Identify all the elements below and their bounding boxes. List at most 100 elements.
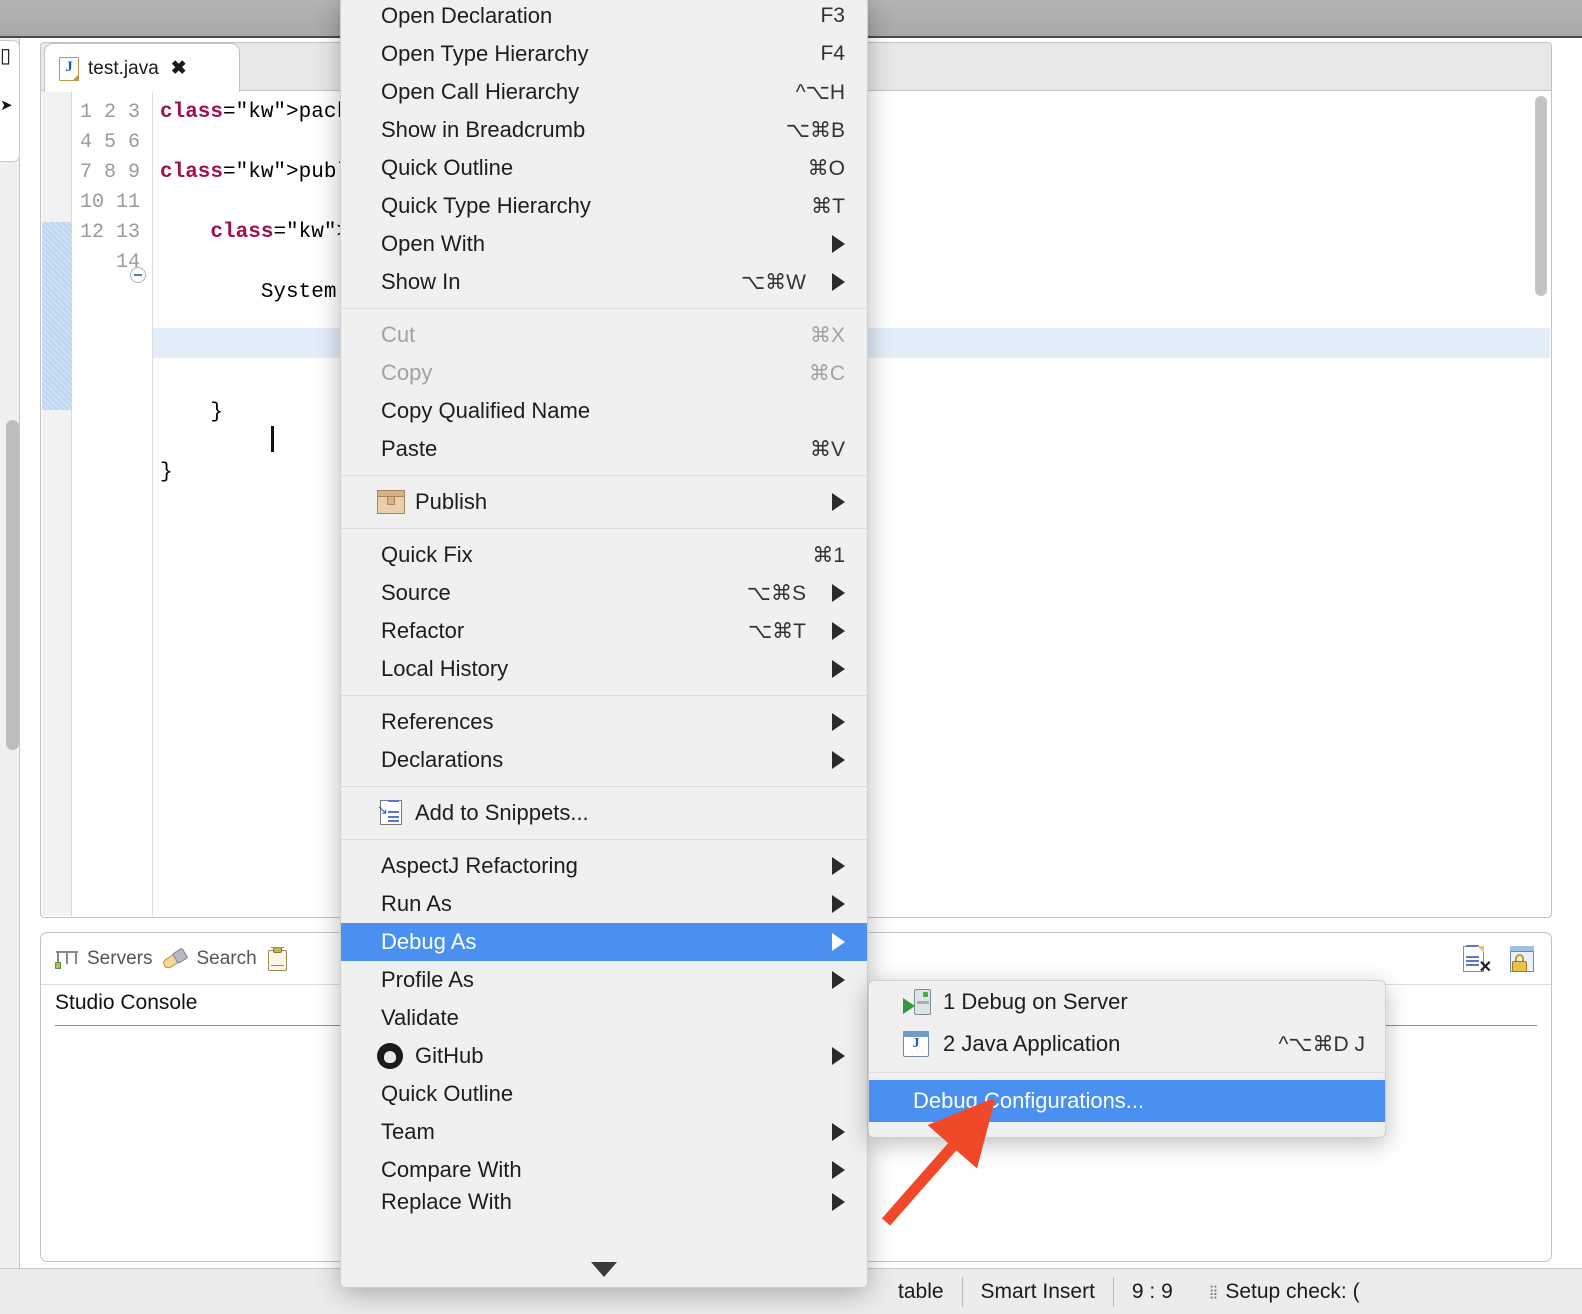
- menu-item-shortcut: ⌘X: [809, 323, 845, 347]
- menu-item-shortcut: ^⌥H: [795, 80, 845, 104]
- menu-item-label: AspectJ Refactoring: [381, 853, 578, 878]
- menu-item-local-history[interactable]: Local History: [341, 650, 867, 688]
- menu-item-declarations[interactable]: Declarations: [341, 741, 867, 779]
- debug-as-submenu[interactable]: 1 Debug on Server J 2 Java Application ^⌥⌘D…: [868, 980, 1386, 1138]
- menu-item-shortcut: ⌘V: [809, 437, 845, 461]
- menu-item-shortcut: F3: [820, 4, 845, 27]
- menu-item-label: Show In: [381, 269, 461, 294]
- submenu-item-shortcut: ^⌥⌘D J: [1278, 1032, 1365, 1056]
- menu-item-label: Cut: [381, 322, 416, 347]
- menu-item-publish[interactable]: Publish: [341, 483, 867, 521]
- menu-item-open-declaration[interactable]: Open Declaration F3: [341, 0, 867, 35]
- search-pin-icon: [159, 943, 192, 974]
- gutter-selection-band: [42, 222, 72, 410]
- lock-scroll-icon[interactable]: [1507, 945, 1537, 975]
- screenshot-root: ▯ ➤ J test.java ✖ 1 2 3 4 5 6 7 8 9 10 1…: [0, 0, 1582, 1314]
- minimized-view-icon[interactable]: ▯: [0, 46, 11, 66]
- servers-icon: [55, 949, 79, 969]
- menu-item-source[interactable]: Source ⌥⌘S: [341, 574, 867, 612]
- menu-item-show-in[interactable]: Show In ⌥⌘W: [341, 263, 867, 301]
- menu-item-label: References: [381, 709, 494, 734]
- tab-search[interactable]: Search: [161, 947, 257, 970]
- submenu-arrow-icon: [832, 1161, 845, 1179]
- editor-vertical-scrollbar[interactable]: [1535, 96, 1547, 912]
- status-writable: table: [898, 1279, 944, 1303]
- menu-item-compare-with[interactable]: Compare With: [341, 1151, 867, 1189]
- submenu-arrow-icon: [832, 895, 845, 913]
- outer-vertical-scrollbar[interactable]: [6, 420, 19, 750]
- menu-item-shortcut: ⌘T: [811, 194, 845, 218]
- code-fold-marker[interactable]: [130, 267, 146, 283]
- menu-separator: [341, 786, 867, 787]
- menu-item-quick-fix[interactable]: Quick Fix ⌘1: [341, 536, 867, 574]
- line-number-ruler: 1 2 3 4 5 6 7 8 9 10 11 12 13 14: [79, 101, 140, 274]
- menu-separator: [341, 308, 867, 309]
- snippets-icon: ↘: [377, 800, 403, 826]
- menu-item-open-with[interactable]: Open With: [341, 225, 867, 263]
- menu-item-open-call-hierarchy[interactable]: Open Call Hierarchy ^⌥H: [341, 73, 867, 111]
- menu-item-quick-outline[interactable]: Quick Outline ⌘O: [341, 149, 867, 187]
- java-application-icon: J: [903, 1031, 929, 1057]
- menu-item-label: Paste: [381, 436, 438, 461]
- menu-item-shortcut: F4: [820, 42, 845, 65]
- tab-search-label: Search: [196, 947, 257, 969]
- tab-console[interactable]: [267, 946, 289, 971]
- menu-item-add-to-snippets[interactable]: ↘ Add to Snippets...: [341, 794, 867, 832]
- menu-item-label: Compare With: [381, 1157, 522, 1182]
- close-icon[interactable]: ✖: [171, 59, 187, 78]
- menu-item-aspectj-refactoring[interactable]: AspectJ Refactoring: [341, 847, 867, 885]
- menu-item-shortcut: ⌥⌘T: [747, 619, 806, 643]
- menu-scroll-down-button[interactable]: [341, 1251, 867, 1287]
- menu-item-label: Quick Fix: [381, 542, 473, 567]
- context-menu[interactable]: Open Declaration F3 Open Type Hierarchy F4 O…: [340, 0, 868, 1288]
- menu-item-team[interactable]: Team: [341, 1113, 867, 1151]
- submenu-separator: [869, 1072, 1385, 1073]
- submenu-arrow-icon: [832, 493, 845, 511]
- submenu-item-2-java-application[interactable]: J 2 Java Application ^⌥⌘D J: [869, 1023, 1385, 1065]
- menu-item-github[interactable]: GitHub: [341, 1037, 867, 1075]
- editor-tab-test-java[interactable]: J test.java ✖: [44, 43, 240, 93]
- menu-item-quick-outline[interactable]: Quick Outline: [341, 1075, 867, 1113]
- menu-item-run-as[interactable]: Run As: [341, 885, 867, 923]
- submenu-item-label: 2 Java Application: [943, 1031, 1121, 1056]
- console-toolbar: ✕: [1461, 945, 1537, 976]
- menu-separator: [341, 695, 867, 696]
- clipboard-icon: [267, 946, 289, 971]
- submenu-arrow-icon: [832, 1047, 845, 1065]
- submenu-arrow-icon: [832, 235, 845, 253]
- menu-item-label: Open Call Hierarchy: [381, 79, 580, 104]
- tab-servers[interactable]: Servers: [55, 948, 152, 970]
- chevron-down-icon: [591, 1261, 617, 1277]
- menu-item-cut: Cut ⌘X: [341, 316, 867, 354]
- menu-item-quick-type-hierarchy[interactable]: Quick Type Hierarchy ⌘T: [341, 187, 867, 225]
- menu-item-label: Copy: [381, 360, 433, 385]
- menu-item-label: Publish: [415, 489, 488, 514]
- editor-scroll-thumb[interactable]: [1535, 96, 1547, 296]
- menu-item-label: Profile As: [381, 967, 474, 992]
- menu-item-label: Quick Type Hierarchy: [381, 193, 591, 218]
- menu-item-debug-as[interactable]: Debug As: [341, 923, 867, 961]
- menu-item-paste[interactable]: Paste ⌘V: [341, 430, 867, 468]
- submenu-arrow-icon: [832, 933, 845, 951]
- github-icon: [377, 1043, 403, 1069]
- submenu-item-label: 1 Debug on Server: [943, 989, 1128, 1014]
- menu-item-profile-as[interactable]: Profile As: [341, 961, 867, 999]
- submenu-item-debug-configurations[interactable]: Debug Configurations...: [869, 1080, 1385, 1122]
- editor-tab-label: test.java: [88, 57, 159, 79]
- java-file-icon: J: [59, 56, 79, 81]
- clear-console-icon[interactable]: ✕: [1461, 945, 1492, 976]
- status-setup-check-label: Setup check: (: [1225, 1279, 1360, 1303]
- minimized-view-arrow-icon[interactable]: ➤: [0, 98, 13, 113]
- menu-item-references[interactable]: References: [341, 703, 867, 741]
- status-setup-check[interactable]: ⣿ Setup check: (: [1191, 1277, 1378, 1307]
- menu-item-open-type-hierarchy[interactable]: Open Type Hierarchy F4: [341, 35, 867, 73]
- menu-item-validate[interactable]: Validate: [341, 999, 867, 1037]
- editor-marker-gutter[interactable]: [42, 92, 72, 916]
- menu-item-copy-qualified-name[interactable]: Copy Qualified Name: [341, 392, 867, 430]
- menu-item-show-in-breadcrumb[interactable]: Show in Breadcrumb ⌥⌘B: [341, 111, 867, 149]
- debug-on-server-icon: [903, 989, 931, 1015]
- submenu-item-1-debug-on-server[interactable]: 1 Debug on Server: [869, 981, 1385, 1023]
- submenu-arrow-icon: [832, 713, 845, 731]
- menu-item-replace-with[interactable]: Replace With: [341, 1189, 867, 1215]
- menu-item-refactor[interactable]: Refactor ⌥⌘T: [341, 612, 867, 650]
